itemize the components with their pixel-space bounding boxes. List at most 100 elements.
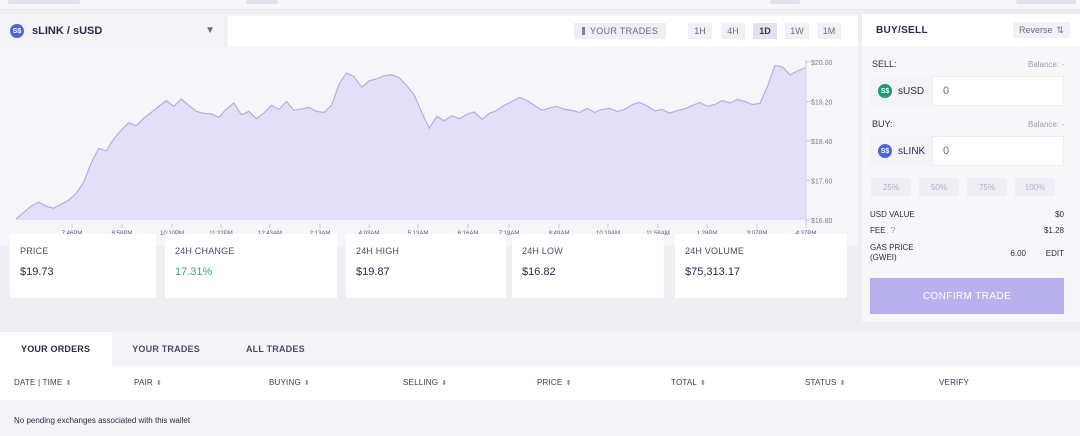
- top-strip-ghost: [770, 0, 800, 4]
- confirm-trade-button[interactable]: CONFIRM TRADE: [870, 278, 1064, 314]
- timeframe-1w-button[interactable]: 1W: [785, 23, 809, 39]
- your-trades-toggle[interactable]: YOUR TRADES: [574, 23, 667, 39]
- stat-value: $75,313.17: [685, 266, 741, 278]
- timeframe-1h-button[interactable]: 1H: [688, 23, 712, 39]
- stat-label: 24H VOLUME: [685, 246, 745, 256]
- sort-icon: ⬍: [441, 380, 448, 387]
- sell-currency: sUSD: [898, 85, 925, 97]
- stat-value: $19.87: [356, 266, 390, 278]
- stat-label: 24H HIGH: [356, 246, 400, 256]
- col-buying[interactable]: BUYING ⬍: [269, 378, 310, 387]
- fee-value: $1.28: [1043, 226, 1064, 235]
- slink-coin-icon: S$: [878, 144, 892, 158]
- col-selling-label: SELLING: [403, 378, 439, 387]
- sort-icon: ⬍: [565, 380, 572, 387]
- stat-value: $19.73: [20, 266, 54, 278]
- usd-value: $0: [1055, 210, 1064, 219]
- buy-sell-panel: BUY/SELL Reverse ⇅ SELL: Balance: - S$ s…: [862, 14, 1080, 322]
- y-tick-label: $18.40: [811, 139, 833, 146]
- sell-field: S$ sUSD 0: [870, 76, 1064, 106]
- col-price[interactable]: PRICE ⬍: [537, 378, 572, 387]
- stat-price: PRICE $19.73: [10, 234, 156, 298]
- top-strip: [0, 0, 1080, 10]
- stat-label: 24H CHANGE: [175, 246, 235, 256]
- slink-coin-icon: S$: [10, 24, 24, 38]
- percent-50-button[interactable]: 50%: [919, 178, 959, 196]
- bar-icon: [582, 27, 585, 35]
- buy-field: S$ sLINK 0: [870, 136, 1064, 166]
- gas-price-value: 6.00: [1010, 249, 1026, 258]
- y-tick-label: $19.20: [811, 100, 833, 107]
- stat-24h-volume: 24H VOLUME $75,313.17: [675, 234, 847, 298]
- buy-balance: Balance: -: [1027, 120, 1064, 129]
- pair-name: sLINK / sUSD: [32, 25, 103, 37]
- help-icon[interactable]: ?: [891, 226, 895, 235]
- top-strip-ghost: [1016, 0, 1076, 4]
- sell-currency-selector[interactable]: S$ sUSD: [870, 76, 932, 106]
- col-total[interactable]: TOTAL ⬍: [671, 378, 706, 387]
- orders-tabs: YOUR ORDERS YOUR TRADES ALL TRADES: [0, 332, 1080, 366]
- timeframe-1d-button[interactable]: 1D: [753, 23, 777, 39]
- gas-price-label: GAS PRICE (GWEI): [870, 243, 914, 263]
- gas-price-label-line1: GAS PRICE: [870, 243, 914, 252]
- tab-your-trades[interactable]: YOUR TRADES: [112, 332, 222, 366]
- timeframe-1m-button[interactable]: 1M: [817, 23, 841, 39]
- percent-75-button[interactable]: 75%: [967, 178, 1007, 196]
- top-strip-ghost: [246, 0, 278, 4]
- buy-label: BUY:: [872, 119, 893, 129]
- col-status-label: STATUS: [805, 378, 837, 387]
- sort-icon: ⬍: [839, 380, 846, 387]
- col-status[interactable]: STATUS ⬍: [805, 378, 846, 387]
- buy-currency: sLINK: [898, 145, 926, 157]
- stat-24h-low: 24H LOW $16.82: [512, 234, 664, 298]
- orders-section: YOUR ORDERS YOUR TRADES ALL TRADES DATE …: [0, 332, 1080, 436]
- stat-value: $16.82: [522, 266, 556, 278]
- y-tick-label: $17.60: [811, 179, 833, 186]
- timeframe-4h-button[interactable]: 4H: [721, 23, 745, 39]
- col-pair[interactable]: PAIR ⬍: [134, 378, 162, 387]
- stat-24h-high: 24H HIGH $19.87: [346, 234, 506, 298]
- sell-label: SELL:: [872, 59, 897, 69]
- col-date-time[interactable]: DATE | TIME ⬍: [14, 378, 72, 387]
- stat-label: 24H LOW: [522, 246, 563, 256]
- chart-toolbar: YOUR TRADES 1H 4H 1D 1W 1M: [228, 16, 858, 46]
- buy-amount-input[interactable]: 0: [932, 136, 1064, 166]
- col-price-label: PRICE: [537, 378, 563, 387]
- chevron-down-icon: ▼: [205, 25, 215, 36]
- sort-icon: ⬍: [700, 380, 707, 387]
- sell-amount-input[interactable]: 0: [932, 76, 1064, 106]
- sort-icon: ⬍: [65, 380, 72, 387]
- col-total-label: TOTAL: [671, 378, 698, 387]
- reverse-button-label: Reverse: [1018, 25, 1053, 35]
- buy-sell-header: BUY/SELL Reverse ⇅: [862, 14, 1080, 46]
- stat-24h-change: 24H CHANGE 17.31%: [165, 234, 337, 298]
- percent-100-button[interactable]: 100%: [1015, 178, 1055, 196]
- tab-all-trades[interactable]: ALL TRADES: [222, 332, 327, 366]
- y-tick-label: $20.00: [811, 60, 833, 67]
- pair-selector[interactable]: S$ sLINK / sUSD ▼: [0, 16, 226, 46]
- price-area: [16, 65, 805, 220]
- buy-currency-selector[interactable]: S$ sLINK: [870, 136, 932, 166]
- col-verify: VERIFY: [939, 378, 970, 387]
- sort-icon: ⬍: [303, 380, 310, 387]
- buy-sell-title: BUY/SELL: [876, 24, 928, 36]
- gas-price-label-line2: (GWEI): [870, 253, 897, 262]
- col-selling[interactable]: SELLING ⬍: [403, 378, 447, 387]
- col-pair-label: PAIR: [134, 378, 153, 387]
- fee-label: FEE ?: [870, 226, 895, 236]
- tab-your-orders[interactable]: YOUR ORDERS: [0, 332, 113, 366]
- swap-icon: ⇅: [1056, 24, 1064, 35]
- reverse-button[interactable]: Reverse ⇅: [1012, 22, 1070, 38]
- col-date-time-label: DATE | TIME: [14, 378, 63, 387]
- sort-icon: ⬍: [155, 380, 162, 387]
- stat-label: PRICE: [20, 246, 49, 256]
- stat-value: 17.31%: [175, 266, 213, 278]
- your-trades-toggle-label: YOUR TRADES: [590, 26, 659, 36]
- col-buying-label: BUYING: [269, 378, 301, 387]
- gas-edit-button[interactable]: EDIT: [1046, 249, 1064, 258]
- percent-25-button[interactable]: 25%: [871, 178, 911, 196]
- usd-value-label: USD VALUE: [870, 210, 915, 219]
- price-chart[interactable]: $20.00$19.20$18.40$17.60$16.807:46PM8:58…: [0, 48, 858, 244]
- top-strip-ghost: [8, 0, 80, 4]
- chart-panel: S$ sLINK / sUSD ▼ YOUR TRADES 1H 4H 1D 1…: [0, 14, 858, 246]
